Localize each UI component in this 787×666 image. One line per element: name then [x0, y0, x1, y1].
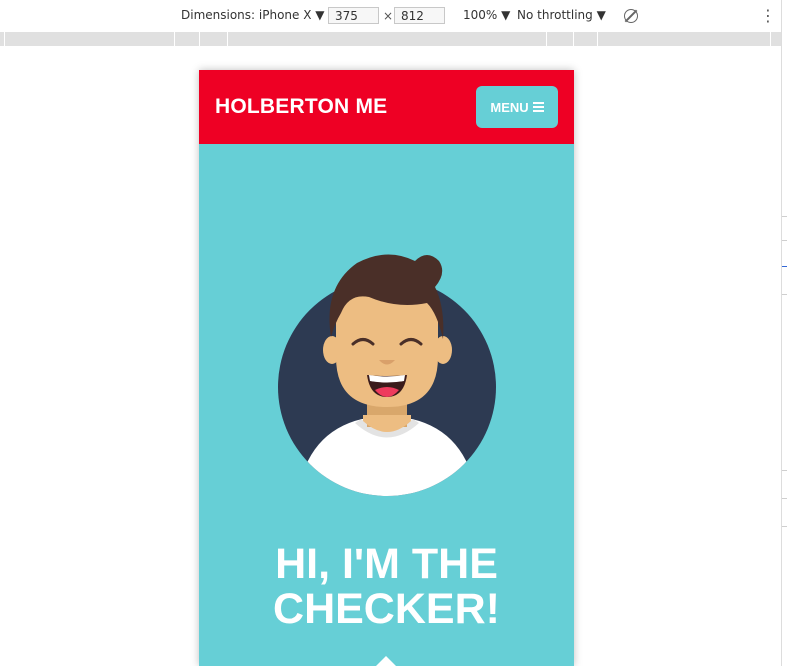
device-toolbar: Dimensions: iPhone X ▼ 375 × 812 100% ▼ … [0, 0, 781, 33]
menu-label: MENU [490, 99, 529, 115]
rotate-icon[interactable] [624, 9, 638, 23]
hero-title-line: CHECKER! [273, 585, 500, 633]
hamburger-icon [532, 102, 544, 112]
site-logo[interactable]: HOLBERTON ME [215, 95, 387, 119]
device-select[interactable]: Dimensions: iPhone X ▼ [181, 8, 325, 22]
width-input[interactable]: 375 [328, 7, 379, 24]
scroll-up-arrow-icon[interactable] [374, 656, 398, 666]
zoom-select[interactable]: 100% ▼ [463, 8, 510, 22]
devtools-panel-edge [782, 0, 787, 666]
media-query-ruler[interactable] [0, 32, 781, 46]
more-icon[interactable]: ⋮ [760, 6, 776, 25]
avatar [278, 254, 496, 496]
mobile-viewport: HOLBERTON ME MENU HI, I'M THE CHECKER! [199, 70, 574, 666]
hero-title: HI, I'M THE CHECKER! [199, 542, 574, 632]
chevron-down-icon: ▼ [315, 8, 325, 22]
site-header: HOLBERTON ME MENU [199, 70, 574, 144]
dimension-separator: × [383, 9, 394, 23]
device-label: Dimensions: iPhone X [181, 8, 312, 22]
chevron-down-icon: ▼ [596, 8, 606, 22]
throttling-select[interactable]: No throttling ▼ [517, 8, 606, 22]
chevron-down-icon: ▼ [501, 8, 511, 22]
zoom-label: 100% [463, 8, 498, 22]
hero-title-line: HI, I'M THE [275, 540, 498, 588]
menu-button[interactable]: MENU [476, 86, 558, 128]
hero-section: HI, I'M THE CHECKER! [199, 144, 574, 666]
height-input[interactable]: 812 [394, 7, 445, 24]
throttling-label: No throttling [517, 8, 593, 22]
